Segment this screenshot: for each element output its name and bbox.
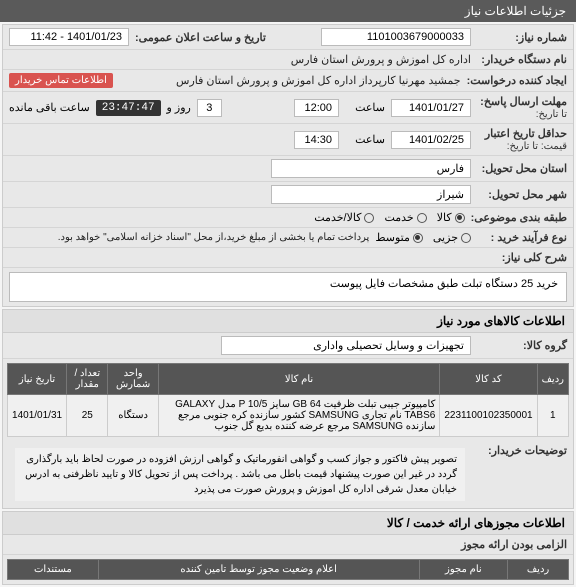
cell-row: 1 bbox=[537, 395, 568, 437]
cell-code: 2231100102350001 bbox=[440, 395, 537, 437]
desc-box: خرید 25 دستگاه تبلت طبق مشخصات فایل پیوس… bbox=[9, 272, 567, 302]
license-section-title: اطلاعات مجوزهای ارائه خدمت / کالا bbox=[3, 512, 573, 535]
city-value: شیراز bbox=[271, 185, 471, 204]
th-date: تاریخ نیاز bbox=[8, 364, 67, 395]
process-note: پرداخت تمام یا بخشی از مبلغ خرید،از محل … bbox=[58, 232, 370, 243]
deadline-time: 12:00 bbox=[294, 99, 339, 117]
cell-unit: دستگاه bbox=[108, 395, 158, 437]
radio-icon bbox=[455, 213, 465, 223]
time-label-2: ساعت bbox=[345, 133, 385, 146]
radio-medium[interactable]: متوسط bbox=[375, 231, 423, 244]
pub-date-label: تاریخ و ساعت اعلان عمومی: bbox=[135, 31, 266, 44]
th-supplier-status: اعلام وضعیت مجوز توسط تامین کننده bbox=[98, 560, 419, 580]
buyer-note: تصویر پیش فاکتور و جواز کسب و گواهی انفو… bbox=[15, 448, 465, 501]
remain-label: ساعت باقی مانده bbox=[9, 101, 90, 114]
group-label: گروه کالا: bbox=[477, 339, 567, 352]
th-code: کد کالا bbox=[440, 364, 537, 395]
page-header: جزئیات اطلاعات نیاز bbox=[0, 0, 576, 22]
table-header-row: ردیف نام مجوز اعلام وضعیت مجوز توسط تامی… bbox=[8, 560, 569, 580]
th-row: ردیف bbox=[508, 560, 569, 580]
goods-section: اطلاعات کالاهای مورد نیاز گروه کالا: تجه… bbox=[2, 309, 574, 509]
process-radio-group: جزیی متوسط bbox=[375, 231, 471, 244]
req-no-label: شماره نیاز: bbox=[477, 31, 567, 44]
validity-date: 1401/02/25 bbox=[391, 131, 471, 149]
th-license-name: نام مجوز bbox=[419, 560, 507, 580]
class-label: طبقه بندی موضوعی: bbox=[471, 211, 567, 224]
cell-date: 1401/01/31 bbox=[8, 395, 67, 437]
radio-goods[interactable]: کالا bbox=[437, 211, 465, 224]
cell-name: کامپیوتر جیبی تبلت ظرفیت GB 64 سایز P 10… bbox=[158, 395, 440, 437]
goods-table: ردیف کد کالا نام کالا واحد شمارش تعداد /… bbox=[7, 363, 569, 437]
cell-qty: 25 bbox=[67, 395, 108, 437]
pub-date-value: 1401/01/23 - 11:42 bbox=[9, 28, 129, 46]
request-info-section: شماره نیاز: 1101003679000033 تاریخ و ساع… bbox=[2, 24, 574, 307]
table-header-row: ردیف کد کالا نام کالا واحد شمارش تعداد /… bbox=[8, 364, 569, 395]
req-no-value: 1101003679000033 bbox=[321, 28, 471, 46]
city-label: شهر محل تحویل: bbox=[477, 188, 567, 201]
buyer-org-label: نام دستگاه خریدار: bbox=[477, 53, 567, 66]
creator-value: جمشید مهرنیا کارپرداز اداره کل اموزش و پ… bbox=[119, 74, 461, 87]
goods-section-title: اطلاعات کالاهای مورد نیاز bbox=[3, 310, 573, 333]
deadline-label: مهلت ارسال پاسخ: تا تاریخ: bbox=[477, 95, 567, 120]
th-document: مستندات bbox=[8, 560, 99, 580]
radio-service[interactable]: خدمت bbox=[384, 211, 426, 224]
radio-icon bbox=[461, 233, 471, 243]
radio-icon bbox=[417, 213, 427, 223]
province-value: فارس bbox=[271, 159, 471, 178]
license-table: ردیف نام مجوز اعلام وضعیت مجوز توسط تامی… bbox=[7, 559, 569, 580]
contact-button[interactable]: اطلاعات تماس خریدار bbox=[9, 73, 113, 88]
time-label-1: ساعت bbox=[345, 101, 385, 114]
countdown-timer: 23:47:47 bbox=[96, 100, 161, 116]
days-remaining: 3 bbox=[197, 99, 222, 117]
process-label: نوع فرآیند خرید : bbox=[477, 231, 567, 244]
license-label: الزامی بودن ارائه مجوز bbox=[461, 538, 567, 551]
buyer-org-value: اداره کل اموزش و پرورش استان فارس bbox=[291, 53, 471, 66]
radio-goods-service[interactable]: کالا/خدمت bbox=[314, 211, 374, 224]
buyer-note-label: توضیحات خریدار: bbox=[477, 444, 567, 457]
radio-icon bbox=[413, 233, 423, 243]
days-label: روز و bbox=[167, 101, 191, 114]
th-qty: تعداد / مقدار bbox=[67, 364, 108, 395]
province-label: استان محل تحویل: bbox=[477, 162, 567, 175]
desc-label: شرح کلی نیاز: bbox=[477, 251, 567, 264]
validity-time: 14:30 bbox=[294, 131, 339, 149]
radio-small[interactable]: جزیی bbox=[433, 231, 471, 244]
radio-icon bbox=[364, 213, 374, 223]
th-row: ردیف bbox=[537, 364, 568, 395]
th-name: نام کالا bbox=[158, 364, 440, 395]
deadline-date: 1401/01/27 bbox=[391, 99, 471, 117]
th-unit: واحد شمارش bbox=[108, 364, 158, 395]
creator-label: ایجاد کننده درخواست: bbox=[467, 74, 567, 87]
group-value: تجهیزات و وسایل تحصیلی واداری bbox=[221, 336, 471, 355]
validity-label: حداقل تاریخ اعتبار قیمت: تا تاریخ: bbox=[477, 127, 567, 152]
page-title: جزئیات اطلاعات نیاز bbox=[465, 4, 566, 18]
class-radio-group: کالا خدمت کالا/خدمت bbox=[314, 211, 464, 224]
license-section: اطلاعات مجوزهای ارائه خدمت / کالا الزامی… bbox=[2, 511, 574, 585]
table-row: 1 2231100102350001 کامپیوتر جیبی تبلت ظر… bbox=[8, 395, 569, 437]
